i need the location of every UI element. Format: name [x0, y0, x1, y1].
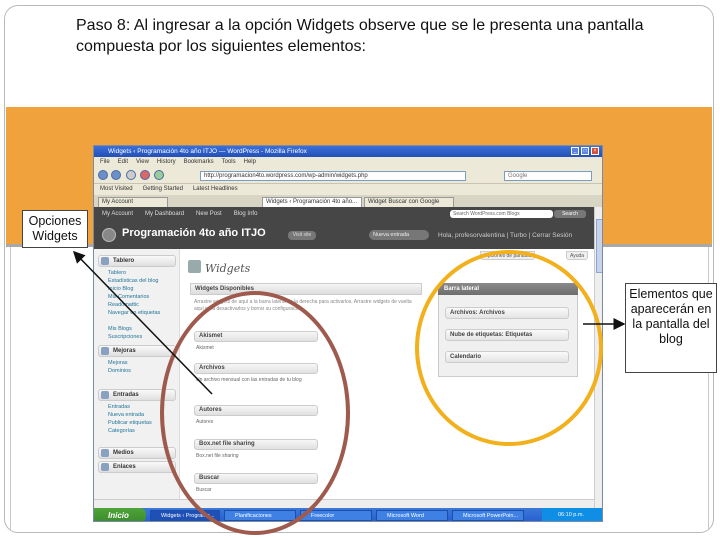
arrow-left: [72, 250, 213, 395]
annotation-arrows: [72, 250, 626, 395]
callout-opciones-widgets: Opciones Widgets: [22, 210, 88, 248]
callout-elementos-blog: Elementos que aparecerán en la pantalla …: [625, 283, 717, 373]
